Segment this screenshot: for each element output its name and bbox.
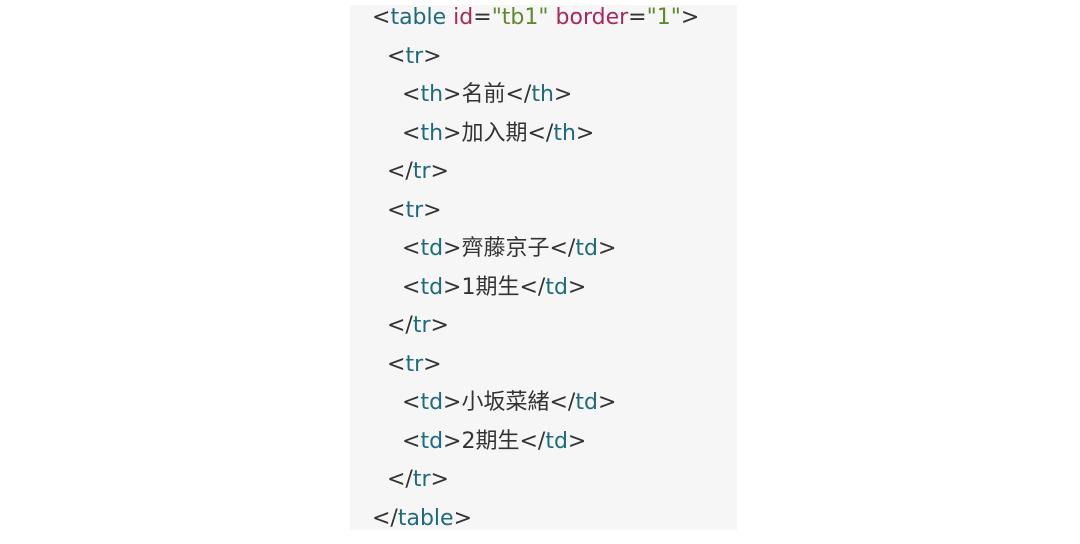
- code-line: <tr>: [387, 198, 442, 236]
- code-line: </tr>: [387, 159, 449, 197]
- code-punctuation: <: [402, 120, 421, 146]
- code-attribute: border: [555, 5, 629, 30]
- code-tag-name: tr: [405, 351, 424, 377]
- code-punctuation: =: [473, 5, 492, 30]
- code-punctuation: >: [567, 428, 587, 454]
- code-line: </table>: [372, 506, 472, 544]
- code-tag-name: th: [420, 120, 444, 146]
- code-punctuation: <: [387, 43, 406, 69]
- code-punctuation: >: [423, 197, 442, 223]
- code-line: <td>2期生</td>: [402, 429, 586, 467]
- code-tag-name: tr: [412, 313, 431, 338]
- code-text: 名前: [461, 82, 506, 107]
- code-tag-name: tr: [405, 197, 424, 223]
- code-text: 加入期: [461, 120, 528, 146]
- code-line: <td>小坂菜緒</td>: [402, 390, 616, 428]
- code-punctuation: >: [680, 5, 700, 30]
- code-punctuation: >: [597, 236, 617, 261]
- code-punctuation: <: [387, 197, 406, 223]
- code-punctuation: <: [402, 236, 421, 261]
- code-line: <td>1期生</td>: [402, 275, 586, 313]
- code-text: 小坂菜緒: [461, 390, 550, 415]
- code-line: <table id="tb1" border="1">: [372, 5, 699, 43]
- code-punctuation: </: [519, 428, 546, 454]
- code-tag-name: tr: [412, 159, 431, 184]
- code-line: <tr>: [387, 352, 442, 390]
- code-punctuation: >: [430, 313, 449, 338]
- code-tag-name: td: [420, 390, 444, 415]
- code-text: 1期生: [461, 274, 520, 300]
- code-tag-name: td: [420, 428, 444, 454]
- code-punctuation: >: [443, 274, 462, 300]
- code-block: <table id="tb1" border="1"> <tr> <th>名前</t…: [350, 5, 737, 531]
- code-punctuation: >: [567, 274, 587, 300]
- code-punctuation: >: [423, 351, 442, 377]
- code-punctuation: >: [430, 159, 449, 184]
- code-tag-name: th: [531, 82, 554, 107]
- code-tag-name: td: [575, 236, 598, 261]
- code-punctuation: =: [628, 5, 647, 30]
- code-punctuation: >: [453, 505, 473, 531]
- code-punctuation: </: [527, 120, 554, 146]
- code-line: <td>齊藤京子</td>: [402, 236, 616, 274]
- code-punctuation: </: [387, 159, 413, 184]
- code-punctuation: >: [443, 236, 462, 261]
- code-line: <th>加入期</th>: [402, 121, 594, 159]
- code-punctuation: <: [402, 390, 421, 415]
- code-punctuation: >: [597, 390, 617, 415]
- code-attribute: id: [453, 5, 474, 30]
- code-punctuation: <: [402, 274, 421, 300]
- code-line: <th>名前</th>: [402, 82, 572, 120]
- code-punctuation: >: [423, 43, 442, 69]
- code-punctuation: >: [553, 82, 573, 107]
- code-punctuation: >: [575, 120, 595, 146]
- code-tag-name: td: [420, 236, 444, 261]
- code-line: <tr>: [387, 44, 442, 82]
- code-tag-name: tr: [412, 467, 431, 492]
- code-punctuation: >: [443, 428, 462, 454]
- code-tag-name: td: [575, 390, 598, 415]
- code-punctuation: <: [387, 351, 406, 377]
- code-line: </tr>: [387, 313, 449, 351]
- code-punctuation: <: [402, 428, 421, 454]
- code-punctuation: <: [402, 82, 421, 107]
- code-attribute-value: "tb1": [491, 5, 549, 30]
- code-punctuation: >: [443, 82, 462, 107]
- code-tag-name: td: [545, 274, 568, 300]
- code-punctuation: [549, 5, 556, 30]
- code-line: </tr>: [387, 467, 449, 505]
- code-punctuation: </: [387, 467, 413, 492]
- code-tag-name: table: [397, 505, 454, 531]
- code-punctuation: <: [372, 5, 391, 30]
- code-punctuation: >: [443, 390, 462, 415]
- code-punctuation: </: [549, 390, 576, 415]
- code-punctuation: </: [519, 274, 546, 300]
- code-punctuation: >: [430, 467, 449, 492]
- code-attribute-value: "1": [646, 5, 681, 30]
- code-punctuation: </: [505, 82, 532, 107]
- code-punctuation: </: [549, 236, 576, 261]
- code-tag-name: td: [545, 428, 568, 454]
- code-tag-name: td: [420, 274, 444, 300]
- code-tag-name: table: [390, 5, 447, 30]
- code-tag-name: th: [420, 82, 444, 107]
- code-text: 齊藤京子: [461, 236, 550, 261]
- code-tag-name: th: [553, 120, 576, 146]
- code-text: 2期生: [461, 428, 520, 454]
- code-punctuation: </: [372, 505, 398, 531]
- code-punctuation: </: [387, 313, 413, 338]
- code-tag-name: tr: [405, 43, 424, 69]
- code-punctuation: >: [443, 120, 462, 146]
